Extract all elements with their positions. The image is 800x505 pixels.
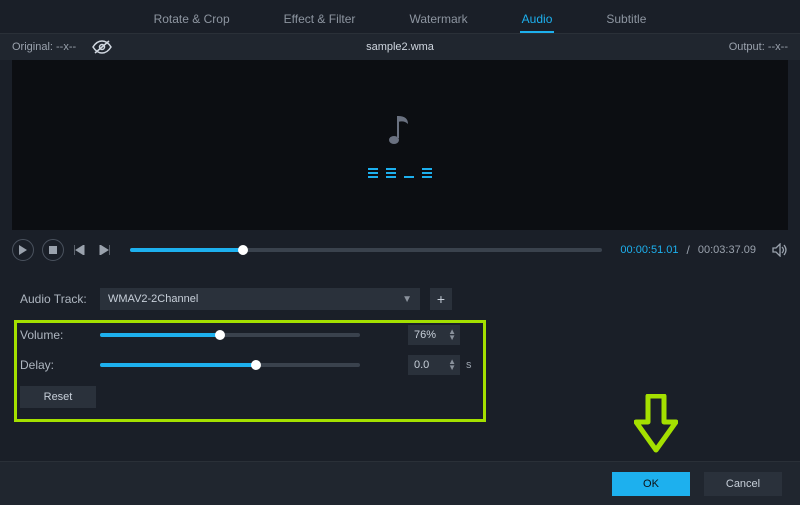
- caret-down-icon: ▼: [402, 294, 412, 305]
- reset-button[interactable]: Reset: [20, 386, 96, 408]
- next-button[interactable]: [96, 239, 112, 261]
- tab-bar: Rotate & Crop Effect & Filter Watermark …: [0, 0, 800, 34]
- time-duration: 00:03:37.09: [698, 244, 756, 256]
- eye-off-icon[interactable]: [92, 40, 112, 54]
- delay-unit: s: [466, 359, 472, 371]
- original-dimensions-label: Original: --x--: [12, 41, 76, 53]
- volume-stepper[interactable]: 76% ▲▼: [408, 325, 460, 345]
- delay-value: 0.0: [414, 359, 429, 371]
- cancel-button[interactable]: Cancel: [704, 472, 782, 496]
- audio-track-value: WMAV2-2Channel: [108, 293, 198, 305]
- volume-value: 76%: [414, 329, 436, 341]
- play-button[interactable]: [12, 239, 34, 261]
- delay-down-icon[interactable]: ▼: [448, 365, 456, 371]
- output-dimensions-label: Output: --x--: [729, 41, 788, 53]
- tab-subtitle[interactable]: Subtitle: [604, 8, 648, 33]
- delay-stepper[interactable]: 0.0 ▲▼: [408, 355, 460, 375]
- timeline-slider[interactable]: [130, 248, 602, 252]
- audio-controls: Audio Track: WMAV2-2Channel ▼ + Volume: …: [0, 270, 800, 416]
- speaker-icon[interactable]: [772, 243, 788, 257]
- audio-track-label: Audio Track:: [20, 292, 90, 306]
- add-audio-track-button[interactable]: +: [430, 288, 452, 310]
- tab-rotate-crop[interactable]: Rotate & Crop: [152, 8, 232, 33]
- filename-label: sample2.wma: [366, 41, 434, 53]
- ok-button[interactable]: OK: [612, 472, 690, 496]
- preview-pane: [12, 60, 788, 230]
- equalizer-icon: [368, 164, 432, 178]
- delay-slider[interactable]: [100, 363, 360, 367]
- volume-label: Volume:: [20, 328, 90, 342]
- footer-bar: OK Cancel: [0, 461, 800, 505]
- audio-track-select[interactable]: WMAV2-2Channel ▼: [100, 288, 420, 310]
- volume-slider[interactable]: [100, 333, 360, 337]
- prev-button[interactable]: [72, 239, 88, 261]
- playback-bar: 00:00:51.01/00:03:37.09: [0, 230, 800, 270]
- info-bar: Original: --x-- sample2.wma Output: --x-…: [0, 34, 800, 60]
- volume-down-icon[interactable]: ▼: [448, 335, 456, 341]
- tab-watermark[interactable]: Watermark: [407, 8, 469, 33]
- time-current: 00:00:51.01: [620, 244, 678, 256]
- stop-button[interactable]: [42, 239, 64, 261]
- tab-audio[interactable]: Audio: [520, 8, 555, 33]
- delay-label: Delay:: [20, 358, 90, 372]
- music-note-icon: [386, 112, 414, 148]
- tab-effect-filter[interactable]: Effect & Filter: [282, 8, 358, 33]
